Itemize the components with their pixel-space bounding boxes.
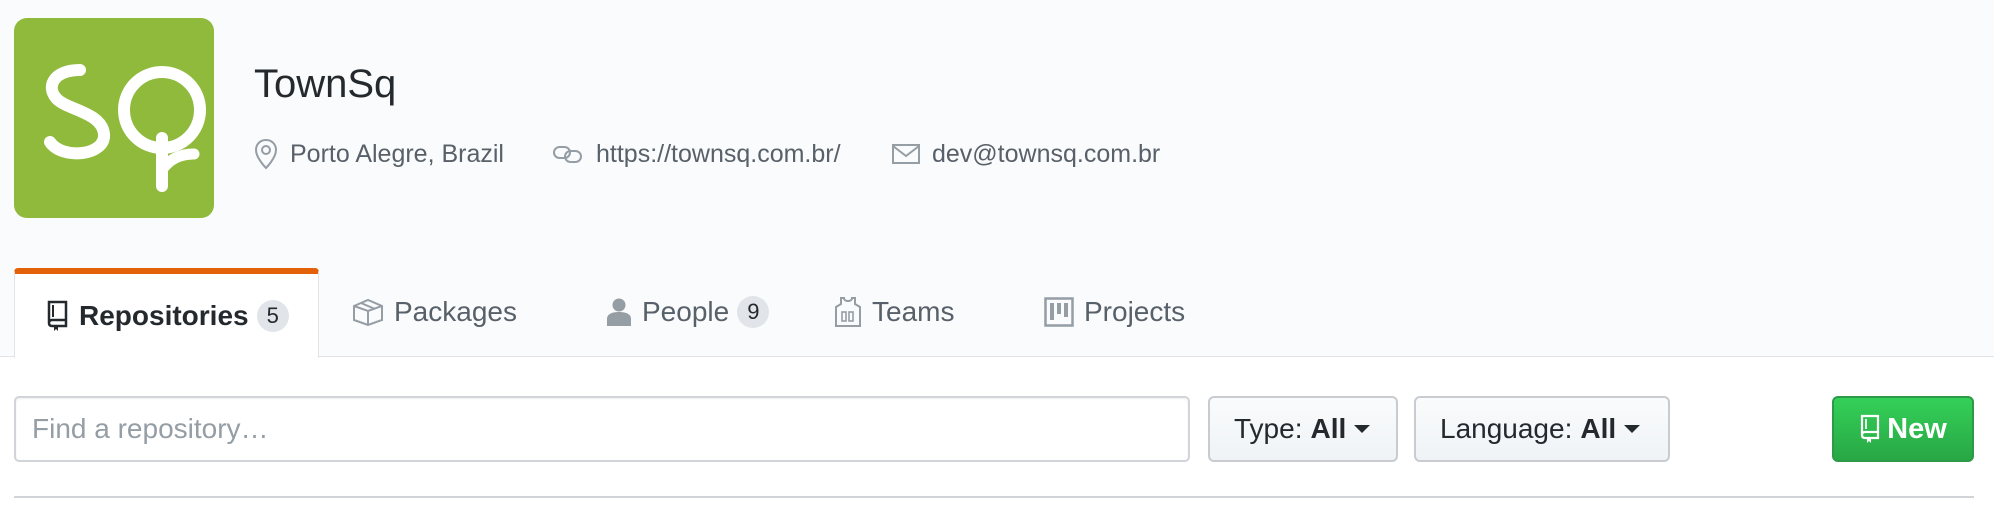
location-text: Porto Alegre, Brazil (290, 139, 504, 168)
tab-label: Teams (872, 296, 955, 327)
org-website[interactable]: https://townsq.com.br/ (552, 136, 841, 172)
org-location: Porto Alegre, Brazil (254, 136, 504, 172)
repo-icon (1861, 414, 1880, 443)
mail-icon (892, 144, 920, 164)
divider (14, 496, 1974, 498)
tab-packages[interactable]: Packages (352, 268, 517, 356)
find-repository-input[interactable] (14, 396, 1190, 462)
repo-icon (47, 300, 68, 331)
email-link[interactable]: dev@townsq.com.br (932, 140, 1160, 169)
tab-projects[interactable]: Projects (1044, 268, 1185, 356)
people-count-badge: 9 (737, 296, 770, 328)
tab-people[interactable]: People 9 (606, 268, 770, 356)
language-filter-label: Language: (1440, 413, 1573, 444)
new-repository-button[interactable]: New (1832, 396, 1974, 462)
new-button-label: New (1887, 412, 1947, 445)
jersey-icon (835, 297, 861, 327)
type-filter-value: All (1310, 413, 1347, 444)
location-icon (254, 138, 278, 170)
org-name: TownSq (254, 62, 397, 106)
person-icon (607, 298, 631, 326)
tab-label: Repositories (79, 300, 249, 331)
package-icon (353, 298, 383, 326)
repositories-count-badge: 5 (256, 300, 289, 332)
org-email[interactable]: dev@townsq.com.br (892, 136, 1160, 172)
language-filter-dropdown[interactable]: Language: All (1414, 396, 1670, 462)
website-link[interactable]: https://townsq.com.br/ (596, 140, 841, 169)
link-icon (553, 146, 582, 163)
chevron-down-icon (1354, 425, 1371, 433)
org-nav-tabs: Repositories 5 Packages People 9 Teams P… (0, 268, 1994, 358)
language-filter-value: All (1580, 413, 1617, 444)
tab-repositories[interactable]: Repositories 5 (14, 268, 319, 358)
tab-label: Packages (394, 296, 517, 327)
townsq-logo-icon (44, 64, 206, 192)
type-filter-dropdown[interactable]: Type: All (1208, 396, 1398, 462)
type-filter-label: Type: (1234, 413, 1303, 444)
chevron-down-icon (1624, 425, 1641, 433)
org-avatar[interactable] (14, 18, 214, 218)
tab-label: People (642, 296, 730, 327)
project-icon (1044, 297, 1074, 327)
tab-teams[interactable]: Teams (834, 268, 954, 356)
tab-label: Projects (1084, 296, 1186, 327)
